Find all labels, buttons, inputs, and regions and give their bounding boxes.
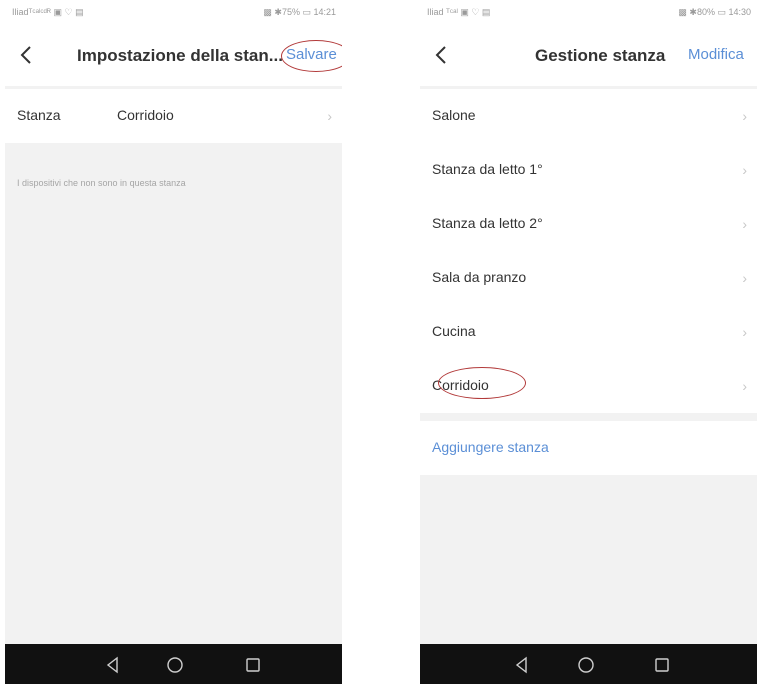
chevron-right-icon: ›: [742, 108, 747, 124]
square-recent-icon[interactable]: [652, 655, 672, 675]
status-bar: Iliad ᵀᶜᵃˡ ▣ ♡ ▤ ▩ ✱80% ▭ 14:30: [420, 0, 757, 26]
chevron-right-icon: ›: [742, 378, 747, 394]
save-button[interactable]: Salvare: [286, 46, 337, 63]
room-name: Sala da pranzo: [432, 269, 527, 285]
square-recent-icon[interactable]: [243, 655, 263, 675]
chevron-left-icon[interactable]: [15, 40, 39, 70]
room-label: Stanza: [17, 107, 61, 123]
room-list-item[interactable]: Stanza da letto 1° ›: [420, 143, 757, 197]
status-carrier: Iliadᵀᶜᵃˡᶜᵈᴿ ▣ ♡ ▤: [12, 7, 84, 17]
edit-button[interactable]: Modifica: [688, 46, 744, 63]
devices-hint: I dispositivi che non sono in questa sta…: [17, 178, 186, 188]
status-battery-time: ▩ ✱75% ▭ 14:21: [263, 7, 336, 17]
nav-bar: Impostazione della stan... Salvare: [5, 26, 342, 86]
chevron-right-icon: ›: [742, 270, 747, 286]
room-list-item[interactable]: Salone ›: [420, 89, 757, 143]
status-bar: Iliadᵀᶜᵃˡᶜᵈᴿ ▣ ♡ ▤ ▩ ✱75% ▭ 14:21: [5, 0, 342, 26]
nav-bar: Gestione stanza Modifica: [420, 26, 757, 86]
room-name: Stanza da letto 1°: [432, 161, 543, 177]
page-title: Impostazione della stan...: [77, 46, 283, 65]
system-nav-bar: [5, 644, 342, 684]
add-room-label: Aggiungere stanza: [432, 439, 549, 455]
status-carrier: Iliad ᵀᶜᵃˡ ▣ ♡ ▤: [427, 7, 491, 17]
room-name: Stanza da letto 2°: [432, 215, 543, 231]
room-name: Salone: [432, 107, 476, 123]
room-value: Corridoio: [117, 107, 174, 123]
room-list-item[interactable]: Corridoio ›: [420, 359, 757, 413]
circle-home-icon[interactable]: [576, 655, 596, 675]
chevron-right-icon: ›: [742, 162, 747, 178]
room-name: Cucina: [432, 323, 476, 339]
room-list-item[interactable]: Stanza da letto 2° ›: [420, 197, 757, 251]
triangle-back-icon[interactable]: [512, 655, 532, 675]
left-phone-screen: Iliadᵀᶜᵃˡᶜᵈᴿ ▣ ♡ ▤ ▩ ✱75% ▭ 14:21 Impost…: [5, 0, 342, 684]
add-room-button[interactable]: Aggiungere stanza: [420, 421, 757, 475]
room-list-item[interactable]: Cucina ›: [420, 305, 757, 359]
chevron-left-icon[interactable]: [430, 40, 454, 70]
chevron-right-icon: ›: [742, 216, 747, 232]
triangle-back-icon[interactable]: [103, 655, 123, 675]
room-name: Corridoio: [432, 377, 489, 393]
status-battery-time: ▩ ✱80% ▭ 14:30: [678, 7, 751, 17]
chevron-right-icon: ›: [327, 108, 332, 124]
circle-home-icon[interactable]: [165, 655, 185, 675]
room-row[interactable]: Stanza Corridoio ›: [5, 89, 342, 143]
page-title: Gestione stanza: [535, 46, 666, 65]
chevron-right-icon: ›: [742, 324, 747, 340]
system-nav-bar: [420, 644, 757, 684]
right-phone-screen: Iliad ᵀᶜᵃˡ ▣ ♡ ▤ ▩ ✱80% ▭ 14:30 Gestione…: [420, 0, 757, 684]
room-list-item[interactable]: Sala da pranzo ›: [420, 251, 757, 305]
